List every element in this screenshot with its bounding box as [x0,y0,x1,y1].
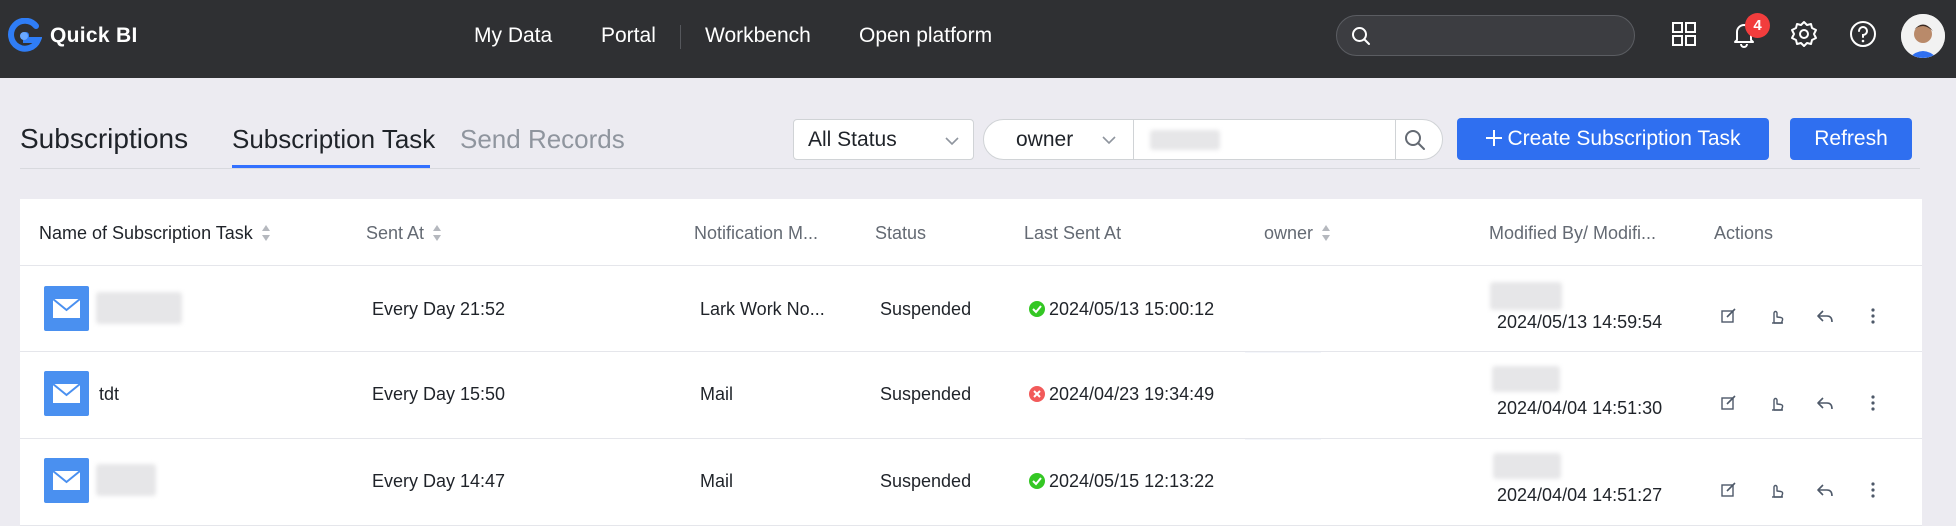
owner-field-value: owner [1016,128,1074,151]
more-icon[interactable] [1864,481,1882,499]
last-sent-at: 2024/05/13 15:00:12 [1029,299,1214,320]
last-sent-at: 2024/05/15 12:13:22 [1029,471,1214,492]
active-tab-indicator [232,165,430,168]
create-subscription-task-button[interactable]: Create Subscription Task [1457,118,1769,160]
last-sent-at: 2024/04/23 19:34:49 [1029,384,1214,405]
notification-badge: 4 [1745,13,1770,38]
col-header-status: Status [875,223,927,243]
chevron-down-icon [945,137,959,146]
quick-bi-logo-icon [8,18,42,52]
success-icon [1029,301,1045,317]
sent-at: Every Day 14:47 [372,471,506,491]
refresh-button[interactable]: Refresh [1790,118,1912,160]
mail-icon [44,371,89,416]
push-icon[interactable] [1768,481,1786,499]
chevron-down-icon [1102,136,1116,145]
more-icon[interactable] [1864,307,1882,325]
last-sent-at-value: 2024/04/23 19:34:49 [1049,384,1215,404]
search-icon[interactable] [1404,129,1426,151]
col-header-actions: Actions [1714,223,1774,243]
edit-icon[interactable] [1720,307,1738,325]
col-header-last-sent-at: Last Sent At [1024,223,1122,243]
sort-icon[interactable] [1321,224,1331,242]
table-row[interactable]: tdt Every Day 15:50 Mail Suspended 2024/… [20,353,1922,439]
last-sent-at-value: 2024/05/13 15:00:12 [1049,299,1215,319]
redacted-value [1150,130,1220,150]
push-icon[interactable] [1768,394,1786,412]
last-sent-at-value: 2024/05/15 12:13:22 [1049,471,1215,491]
owner-filter: owner [983,119,1443,160]
col-header-modified: Modified By/ Modifi... [1489,223,1657,243]
owner-field-select[interactable]: owner [984,120,1134,159]
sort-icon[interactable] [432,224,442,242]
search-icon [1352,27,1370,45]
col-header-name-label: Name of Subscription Task [39,223,253,243]
more-icon[interactable] [1864,394,1882,412]
gear-icon[interactable] [1789,19,1819,49]
task-name[interactable]: tdt [99,384,119,405]
status: Suspended [880,471,972,491]
col-header-sent-at[interactable]: Sent At [366,223,442,244]
help-icon[interactable] [1848,19,1878,49]
share-icon[interactable] [1816,481,1834,499]
success-icon [1029,473,1045,489]
nav-portal[interactable]: Portal [601,24,656,48]
plus-icon [1486,130,1503,146]
col-header-notification: Notification M... [694,223,819,243]
sort-icon[interactable] [261,224,271,242]
edit-icon[interactable] [1720,481,1738,499]
owner-search-input[interactable] [1134,120,1396,159]
notification-method: Mail [700,384,734,404]
status: Suspended [880,299,972,319]
modified-at: 2024/05/13 14:59:54 [1497,312,1663,332]
apps-grid-icon[interactable] [1669,19,1699,49]
status-filter-select[interactable]: All Status [793,119,974,160]
col-header-owner-label: owner [1264,223,1314,243]
status: Suspended [880,384,972,404]
modified-at: 2024/04/04 14:51:27 [1497,485,1663,505]
redacted-task-name [96,464,156,496]
error-icon [1029,386,1045,402]
redacted-task-name [96,292,182,324]
global-search-input[interactable] [1381,22,1621,50]
mail-icon [44,286,89,331]
redacted-modified-by [1490,282,1562,310]
tab-send-records[interactable]: Send Records [460,124,625,155]
tabs-divider [20,168,1920,169]
nav-workbench[interactable]: Workbench [705,24,811,48]
app-name: Quick BI [50,24,138,47]
global-search[interactable] [1336,15,1635,56]
redacted-modified-by [1493,453,1561,479]
col-header-sent-at-label: Sent At [366,223,425,243]
share-icon[interactable] [1816,394,1834,412]
nav-my-data[interactable]: My Data [474,24,552,48]
col-header-owner[interactable]: owner [1264,223,1331,244]
share-icon[interactable] [1816,307,1834,325]
top-bar: Quick BI My Data Portal Workbench Open p… [0,0,1956,78]
nav-divider [680,25,681,49]
modified-at: 2024/04/04 14:51:30 [1497,398,1663,418]
notification-method: Lark Work No... [700,299,825,319]
col-header-name[interactable]: Name of Subscription Task [39,223,271,244]
redacted-modified-by [1492,366,1560,392]
sent-at: Every Day 15:50 [372,384,506,404]
notification-method: Mail [700,471,734,491]
logo[interactable]: Quick BI [6,18,138,54]
nav-open-platform[interactable]: Open platform [859,24,992,48]
user-avatar[interactable] [1901,14,1945,58]
mail-icon [44,458,89,503]
tab-subscriptions[interactable]: Subscriptions [20,123,188,155]
push-icon[interactable] [1768,307,1786,325]
status-filter-value: All Status [808,128,897,151]
create-button-label: Create Subscription Task [1507,127,1741,150]
edit-icon[interactable] [1720,394,1738,412]
tab-subscription-task[interactable]: Subscription Task [232,124,435,155]
sent-at: Every Day 21:52 [372,299,506,319]
table-row[interactable]: Every Day 14:47 Mail Suspended 2024/05/1… [20,440,1922,526]
table-row[interactable]: Every Day 21:52 Lark Work No... Suspende… [20,266,1922,352]
avatar-icon [1901,14,1945,58]
